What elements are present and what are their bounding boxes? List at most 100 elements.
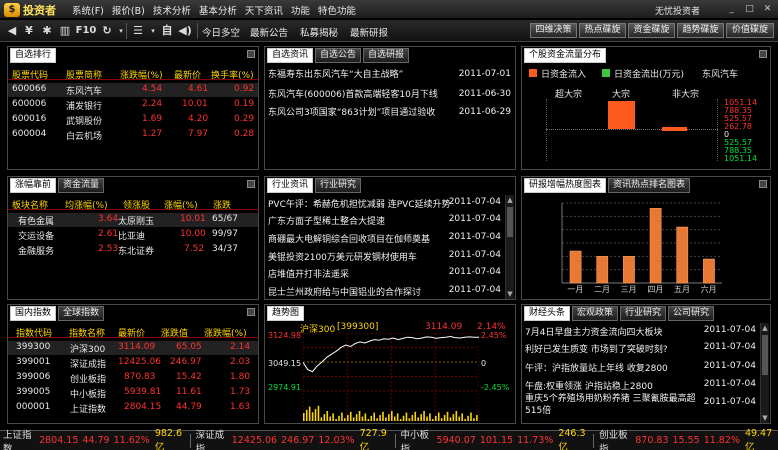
value-spot-button[interactable]: 价值碟旋 [726, 23, 774, 38]
menu-function[interactable]: 功能 [291, 3, 310, 17]
list-chevron-icon[interactable]: ▾ [146, 24, 160, 38]
table-row[interactable]: 600016 武钢股份 1.69 4.20 0.29 [8, 113, 258, 127]
list-item[interactable]: 广东方面子型稀土整合大提速 [268, 214, 458, 229]
volume-bar [323, 414, 326, 421]
tab-macro[interactable]: 宏观政策 [572, 306, 619, 321]
table-row[interactable]: 有色金属 3.64 太原刚玉 10.01 65/67 [8, 213, 258, 227]
tab-research-heat[interactable]: 研报增幅热度图表 [524, 178, 607, 193]
tab-trend[interactable]: 趋势图 [267, 306, 305, 321]
scroll-down-icon[interactable]: ▼ [761, 414, 769, 422]
table-row[interactable]: 000001 上证指数 2804.15 44.79 1.63 [8, 401, 258, 415]
table-row[interactable]: 金融服务 2.53 东北证券 7.52 34/37 [8, 243, 258, 257]
tab-industry[interactable]: 行业研究 [620, 306, 667, 321]
tab-company[interactable]: 公司研究 [668, 306, 715, 321]
tab-headlines[interactable]: 财经头条 [524, 306, 571, 321]
table-row[interactable]: 399300 沪深300 3114.09 65.05 2.14 [8, 341, 258, 355]
fund-spot-button[interactable]: 资金碟旋 [628, 23, 675, 38]
close-icon[interactable]: ✕ [761, 3, 774, 15]
latest-research-link[interactable]: 最新研报 [350, 25, 388, 39]
yen-icon[interactable]: ¥ [22, 24, 36, 38]
scrollbar[interactable]: ▲ ▼ [505, 195, 514, 299]
tab-self-announce[interactable]: 自选公告 [315, 48, 362, 63]
refresh-icon[interactable]: ↻ [100, 24, 114, 38]
news-date: 2011-07-04 [703, 342, 756, 352]
list-item[interactable]: 利好已发生质变 市场到了突破时刻? [525, 342, 705, 357]
four-dim-button[interactable]: 四维决策 [530, 23, 577, 38]
latest-announce-link[interactable]: 最新公告 [250, 25, 288, 39]
tab-watchlist-rank[interactable]: 自选排行 [10, 48, 57, 63]
private-equity-link[interactable]: 私募揭秘 [300, 25, 338, 39]
cell-last: 2804.15 [124, 402, 162, 412]
tab-top-gainers[interactable]: 涨幅靠前 [10, 178, 57, 193]
menu-special[interactable]: 特色功能 [318, 3, 356, 17]
tab-global-index[interactable]: 全球指数 [58, 306, 105, 321]
tab-fund-flow-sector[interactable]: 资金流量 [58, 178, 105, 193]
table-row[interactable]: 399006 创业板指 870.83 15.42 1.80 [8, 371, 258, 385]
table-row[interactable]: 交运设备 2.61 比亚迪 10.00 99/97 [8, 228, 258, 242]
menu-technical[interactable]: 技术分析 [153, 3, 191, 17]
table-row[interactable]: 600004 白云机场 1.27 7.97 0.28 [8, 128, 258, 142]
list-item[interactable]: 商硼最大电解铜综合回收项目在伽师奠基 [268, 232, 458, 247]
list-item[interactable]: 美锟投资2100万美元研发钢材使用车 [268, 250, 458, 265]
list-item[interactable]: 重庆5个养殖场用奶粉养猪 三聚氰胺最高超515倍 [525, 393, 705, 421]
list-icon[interactable]: ☰ [131, 24, 145, 38]
f10-button[interactable]: F10 [74, 24, 98, 38]
maximize-icon[interactable]: □ [743, 3, 756, 15]
self-select-icon[interactable]: 自 [160, 24, 174, 38]
volume-bar [388, 414, 390, 421]
back-icon[interactable]: ◀ [5, 24, 19, 38]
volume-bar [420, 414, 422, 421]
menu-quote[interactable]: 报价(B) [112, 3, 145, 17]
tab-news-hot-rank[interactable]: 资讯热点排名图表 [608, 178, 691, 193]
settings-icon[interactable]: ✱ [40, 24, 54, 38]
bar-chart-icon[interactable]: ▥ [58, 24, 72, 38]
status-index-name[interactable]: 深证成指 [193, 427, 230, 450]
list-item[interactable]: 店堆值开打非法遥采 [268, 267, 458, 282]
volume-bar [473, 418, 475, 421]
legend-out-label: 日资金流出(万元) [614, 70, 685, 80]
table-row[interactable]: 399005 中小板指 5939.81 11.61 1.73 [8, 386, 258, 400]
panel-expand-icon[interactable] [759, 50, 767, 58]
tab-self-news[interactable]: 自选资讯 [267, 48, 314, 63]
scroll-down-icon[interactable]: ▼ [506, 290, 514, 298]
scroll-up-icon[interactable]: ▲ [506, 196, 514, 204]
panel-expand-icon[interactable] [247, 50, 255, 58]
tab-industry-research[interactable]: 行业研究 [315, 178, 362, 193]
panel-expand-icon[interactable] [247, 308, 255, 316]
status-index-name[interactable]: 中小板指 [397, 427, 434, 450]
table-row[interactable]: 600066 东风汽车 4.54 4.61 0.92 [8, 83, 258, 97]
speaker-icon[interactable]: ◀) [178, 24, 192, 38]
status-index-name[interactable]: 上证指数 [0, 427, 37, 450]
panel-expand-icon[interactable] [759, 180, 767, 188]
user-name[interactable]: 无忧投资者 [655, 4, 700, 17]
tab-industry-news[interactable]: 行业资讯 [267, 178, 314, 193]
scroll-thumb[interactable] [762, 335, 768, 375]
list-item[interactable]: 午评：沪指放量站上年线 收复2800 [525, 361, 705, 376]
list-item[interactable]: PVC午评：希赫危机担忧减弱 连PVC延续升势 [268, 197, 458, 212]
menu-fundamental[interactable]: 基本分析 [199, 3, 237, 17]
tab-self-research[interactable]: 自选研报 [363, 48, 410, 63]
table-row[interactable]: 600006 浦发银行 2.24 10.01 0.19 [8, 98, 258, 112]
menu-system[interactable]: 系统(F) [72, 3, 104, 17]
hot-spot-button[interactable]: 热点碟旋 [579, 23, 626, 38]
news-title: 7月4日早盘主力资金流向四大板块 [525, 328, 663, 338]
list-item[interactable]: 7月4日早盘主力资金流向四大板块 [525, 325, 705, 340]
table-row[interactable]: 399001 深证成指 12425.06 246.97 2.03 [8, 356, 258, 370]
trend-spot-button[interactable]: 趋势碟旋 [677, 23, 724, 38]
menu-news[interactable]: 天下资讯 [245, 3, 283, 17]
list-item[interactable]: 午盘:权重领涨 沪指站稳上2800 [525, 379, 705, 394]
tab-fund-flow[interactable]: 个股资金流量分布 [524, 48, 607, 63]
cell-change-pct: 4.54 [142, 84, 163, 94]
tab-domestic-index[interactable]: 国内指数 [10, 306, 57, 321]
scroll-thumb[interactable] [507, 207, 513, 237]
status-index-name[interactable]: 创业板指 [596, 427, 633, 450]
list-item[interactable]: 昆士兰州政府给与中国铝业的合作探讨 [268, 285, 458, 300]
panel-expand-icon[interactable] [247, 180, 255, 188]
today-longshort-link[interactable]: 今日多空 [202, 25, 240, 39]
cell-name: 创业板指 [70, 375, 107, 385]
legend-out-swatch [602, 69, 610, 77]
scroll-up-icon[interactable]: ▲ [761, 324, 769, 332]
col-index-code: 指数代码 [16, 329, 53, 339]
minimize-icon[interactable]: _ [725, 3, 738, 15]
scrollbar[interactable]: ▲ ▼ [760, 323, 769, 423]
